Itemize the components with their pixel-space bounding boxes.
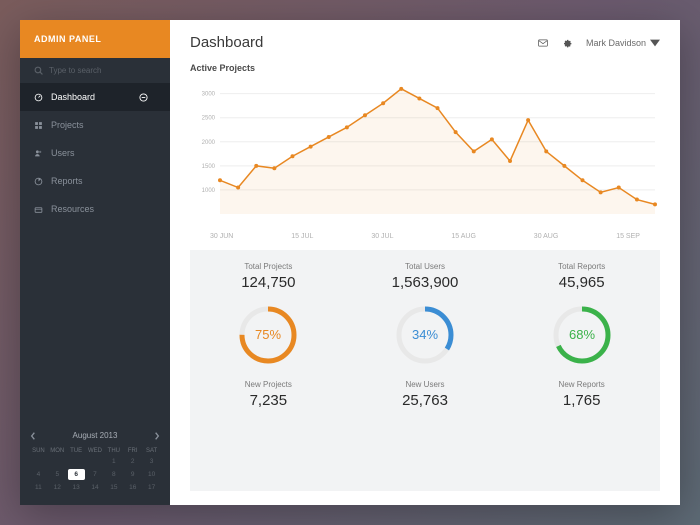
main-content: Dashboard Mark Davidson Active Projects … [170, 20, 680, 505]
cal-day[interactable]: 7 [87, 469, 104, 480]
mail-icon[interactable] [538, 38, 548, 48]
sidebar-item-label: Users [51, 148, 75, 158]
sidebar-item-projects[interactable]: Projects [20, 111, 170, 139]
stat-new: New Projects 7,235 [190, 380, 347, 409]
sidebar-item-users[interactable]: Users [20, 139, 170, 167]
svg-text:1500: 1500 [202, 164, 216, 170]
stat-label: New Reports [503, 380, 660, 389]
sidebar-item-label: Projects [51, 120, 84, 130]
calendar: August 2013 SUNMONTUEWEDTHUFRISAT1234567… [20, 421, 170, 505]
box-icon [34, 205, 43, 214]
stat-value: 25,763 [347, 392, 504, 409]
gear-icon[interactable] [562, 38, 572, 48]
stat-new: New Users 25,763 [347, 380, 504, 409]
page-title: Dashboard [190, 34, 263, 51]
svg-text:34%: 34% [412, 327, 438, 342]
stat-new: New Reports 1,765 [503, 380, 660, 409]
cal-dow: TUE [68, 448, 85, 454]
cal-day[interactable]: 13 [68, 482, 85, 493]
line-chart: 1000 1500 2000 2500 3000 [190, 79, 660, 229]
cal-day[interactable]: 4 [30, 469, 47, 480]
grid-icon [34, 121, 43, 130]
stat-value: 45,965 [503, 274, 660, 291]
cal-day[interactable]: 10 [143, 469, 160, 480]
sidebar-item-resources[interactable]: Resources [20, 195, 170, 223]
calendar-grid: SUNMONTUEWEDTHUFRISAT1234567891011121314… [30, 448, 160, 493]
cal-day[interactable]: 17 [143, 482, 160, 493]
search-input[interactable]: Type to search [20, 58, 170, 83]
stat-total: Total Users 1,563,900 [347, 262, 504, 291]
xtick: 15 SEP [616, 233, 640, 240]
cal-next-icon[interactable] [154, 432, 160, 440]
stat-total: Total Projects 124,750 [190, 262, 347, 291]
topbar: Dashboard Mark Davidson [170, 20, 680, 63]
brand-header: ADMIN PANEL [20, 20, 170, 58]
cal-day[interactable]: 9 [124, 469, 141, 480]
stat-label: Total Reports [503, 262, 660, 271]
svg-text:1000: 1000 [202, 188, 216, 194]
cal-dow: MON [49, 448, 66, 454]
cal-day[interactable]: 1 [105, 456, 122, 467]
cal-day[interactable]: 2 [124, 456, 141, 467]
xtick: 30 AUG [534, 233, 559, 240]
xtick: 15 JUL [291, 233, 313, 240]
svg-text:2000: 2000 [202, 140, 216, 146]
svg-text:75%: 75% [255, 327, 281, 342]
cal-day[interactable]: 6 [68, 469, 85, 480]
svg-text:68%: 68% [569, 327, 595, 342]
progress-ring: 75% [190, 305, 347, 370]
xtick: 15 AUG [451, 233, 476, 240]
expand-icon [139, 93, 148, 102]
pie-icon [34, 177, 43, 186]
search-icon [34, 66, 43, 75]
progress-ring: 34% [347, 305, 504, 370]
cal-day[interactable]: 11 [30, 482, 47, 493]
chart-xaxis: 30 JUN 15 JUL 30 JUL 15 AUG 30 AUG 15 SEP [190, 229, 660, 240]
stat-label: Total Users [347, 262, 504, 271]
app-window: ADMIN PANEL Type to search Dashboard Proj… [20, 20, 680, 505]
sidebar: ADMIN PANEL Type to search Dashboard Proj… [20, 20, 170, 505]
stat-value: 124,750 [190, 274, 347, 291]
stat-value: 1,563,900 [347, 274, 504, 291]
cal-day[interactable]: 8 [105, 469, 122, 480]
search-placeholder: Type to search [49, 66, 101, 75]
gauge-icon [34, 93, 43, 102]
stat-label: Total Projects [190, 262, 347, 271]
chart-title: Active Projects [190, 63, 660, 73]
users-icon [34, 149, 43, 158]
progress-ring: 68% [503, 305, 660, 370]
cal-day[interactable]: 3 [143, 456, 160, 467]
cal-dow: SAT [143, 448, 160, 454]
cal-day[interactable]: 12 [49, 482, 66, 493]
calendar-title: August 2013 [73, 431, 118, 440]
cal-dow: SUN [30, 448, 47, 454]
user-menu[interactable]: Mark Davidson [586, 38, 660, 48]
cal-dow: WED [87, 448, 104, 454]
cal-day[interactable]: 15 [105, 482, 122, 493]
stat-value: 7,235 [190, 392, 347, 409]
cal-dow: THU [105, 448, 122, 454]
cal-prev-icon[interactable] [30, 432, 36, 440]
svg-text:3000: 3000 [202, 92, 216, 98]
stat-label: New Projects [190, 380, 347, 389]
user-name: Mark Davidson [586, 38, 646, 48]
xtick: 30 JUN [210, 233, 233, 240]
cal-day[interactable]: 14 [87, 482, 104, 493]
chevron-down-icon [650, 38, 660, 48]
sidebar-item-label: Reports [51, 176, 83, 186]
cal-day[interactable]: 16 [124, 482, 141, 493]
sidebar-item-reports[interactable]: Reports [20, 167, 170, 195]
svg-text:2500: 2500 [202, 116, 216, 122]
stats-panel: Total Projects 124,750Total Users 1,563,90… [190, 250, 660, 491]
sidebar-item-label: Resources [51, 204, 94, 214]
stat-label: New Users [347, 380, 504, 389]
stat-value: 1,765 [503, 392, 660, 409]
xtick: 30 JUL [371, 233, 393, 240]
cal-day[interactable]: 5 [49, 469, 66, 480]
sidebar-item-label: Dashboard [51, 92, 95, 102]
nav-list: Dashboard Projects Users Reports Resources [20, 83, 170, 223]
cal-dow: FRI [124, 448, 141, 454]
stat-total: Total Reports 45,965 [503, 262, 660, 291]
sidebar-item-dashboard[interactable]: Dashboard [20, 83, 170, 111]
